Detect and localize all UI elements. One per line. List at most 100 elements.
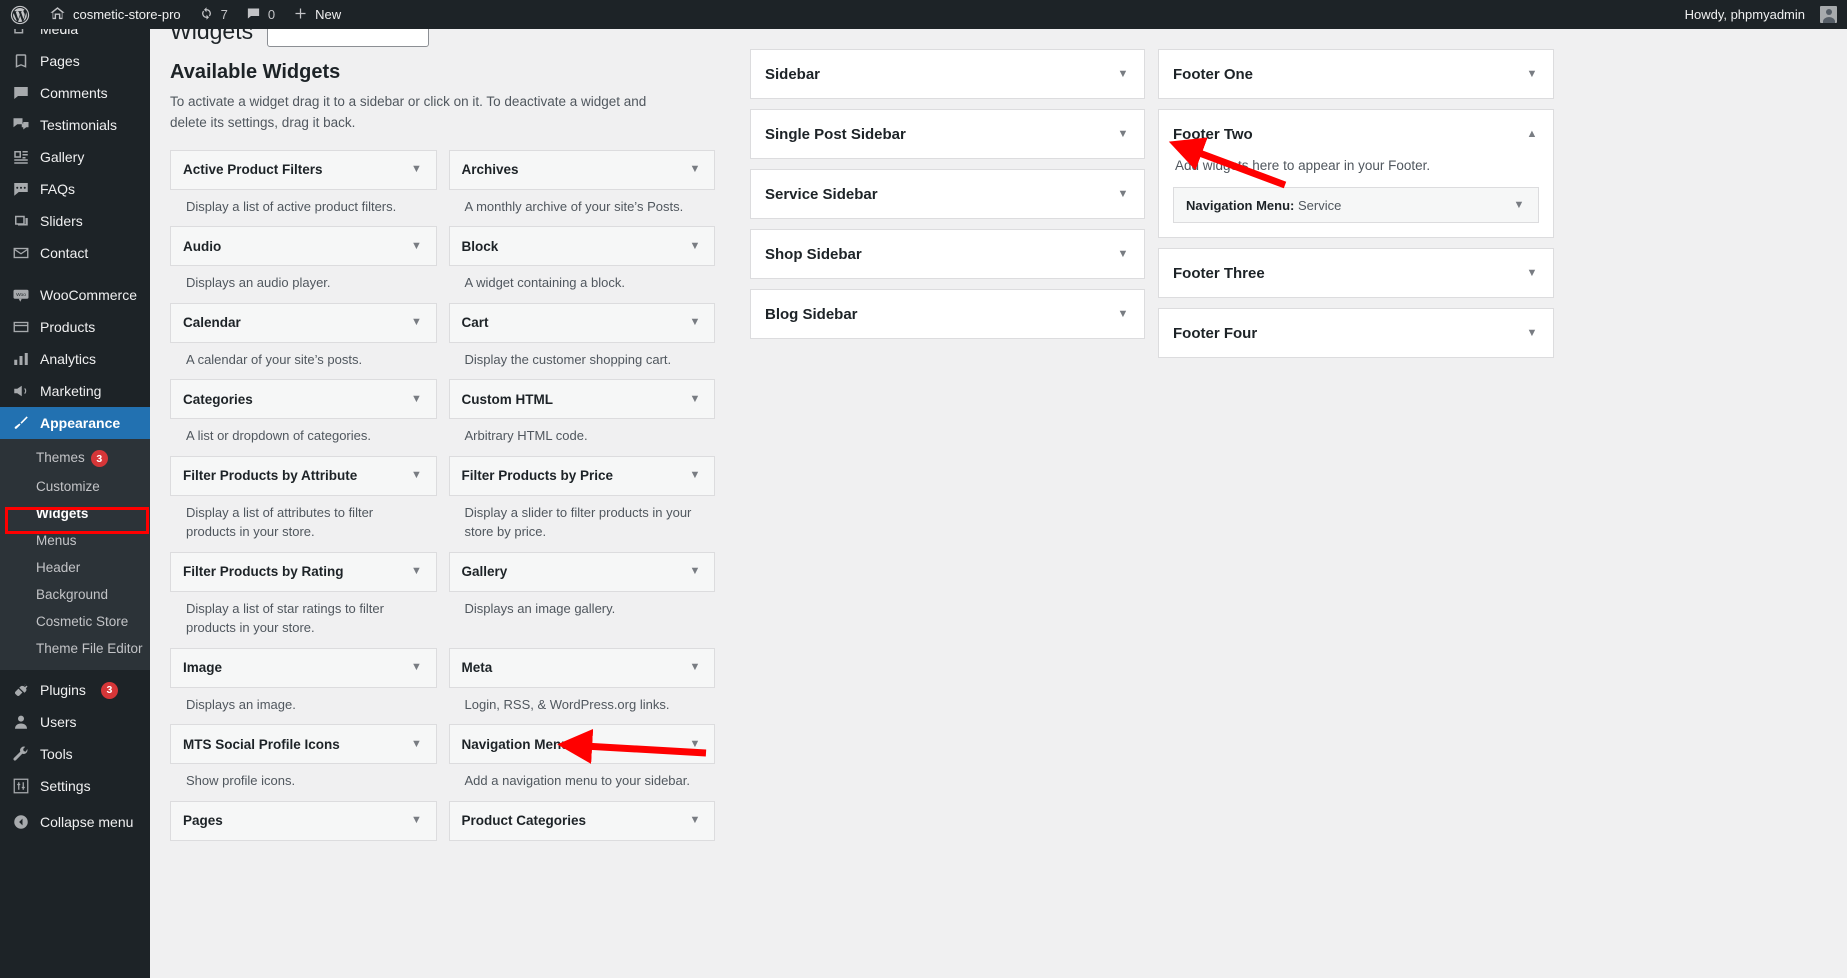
chevron-down-icon[interactable]: ▼ bbox=[688, 317, 702, 328]
my-account-menu[interactable]: Howdy, phpmyadmin bbox=[1676, 0, 1837, 29]
widget-filter-products-by-price[interactable]: Filter Products by Price ▼ bbox=[448, 455, 715, 496]
sidebar-item-woocommerce[interactable]: Woo WooCommerce bbox=[0, 279, 150, 311]
sidebar-item-contact[interactable]: Contact bbox=[0, 237, 150, 269]
sidebar-item-media[interactable]: Media bbox=[0, 29, 150, 45]
sidebars-column: Sidebar ▼ Single Post Sidebar ▼ Service … bbox=[750, 49, 1145, 349]
widget-area-header[interactable]: Footer Three ▼ bbox=[1159, 249, 1553, 297]
chevron-down-icon[interactable]: ▼ bbox=[1525, 68, 1539, 80]
chevron-down-icon[interactable]: ▼ bbox=[688, 662, 702, 673]
chevron-down-icon[interactable]: ▼ bbox=[688, 566, 702, 577]
chevron-down-icon[interactable]: ▼ bbox=[688, 164, 702, 175]
sidebar-item-appearance[interactable]: Appearance bbox=[0, 407, 150, 439]
widget-area-header[interactable]: Single Post Sidebar ▼ bbox=[751, 110, 1144, 158]
chevron-down-icon[interactable]: ▼ bbox=[410, 393, 424, 405]
assigned-widget-navigation-menu[interactable]: Navigation Menu: Service ▼ bbox=[1173, 187, 1539, 223]
chevron-down-icon[interactable]: ▼ bbox=[410, 815, 424, 826]
submenu-item-header[interactable]: Header bbox=[0, 554, 150, 581]
widget-area-header[interactable]: Footer Two ▲ bbox=[1159, 110, 1553, 158]
new-content-menu[interactable]: New bbox=[284, 0, 350, 29]
widget-gallery[interactable]: Gallery ▼ bbox=[448, 551, 715, 592]
widget-area-header[interactable]: Footer Four ▼ bbox=[1159, 309, 1553, 357]
widget-categories[interactable]: Categories ▼ bbox=[170, 379, 437, 420]
chevron-up-icon[interactable]: ▲ bbox=[1525, 128, 1539, 140]
appearance-submenu: Themes 3 Customize Widgets Menus Header B… bbox=[0, 439, 150, 670]
appearance-icon bbox=[11, 413, 31, 433]
widget-product-categories[interactable]: Product Categories ▼ bbox=[448, 800, 715, 841]
widget-area-title: Sidebar bbox=[765, 65, 821, 83]
widget-area-header[interactable]: Footer One ▼ bbox=[1159, 50, 1553, 98]
submenu-item-themes[interactable]: Themes 3 bbox=[0, 444, 150, 473]
sidebar-item-users[interactable]: Users bbox=[0, 706, 150, 738]
submenu-item-menus[interactable]: Menus bbox=[0, 527, 150, 554]
chevron-down-icon[interactable]: ▼ bbox=[1512, 199, 1526, 211]
sidebar-item-collapse-menu[interactable]: Collapse menu bbox=[0, 806, 150, 838]
widget-area-blog-sidebar: Blog Sidebar ▼ bbox=[750, 289, 1145, 339]
widget-pages[interactable]: Pages ▼ bbox=[170, 800, 437, 841]
widget-title: Image bbox=[183, 660, 223, 676]
widget-area-header[interactable]: Blog Sidebar ▼ bbox=[751, 290, 1144, 338]
chevron-down-icon[interactable]: ▼ bbox=[410, 662, 424, 673]
footers-column: Footer One ▼ Footer Two ▲ Add widgets he… bbox=[1158, 49, 1554, 368]
widget-navigation-menu[interactable]: Navigation Menu ▼ bbox=[448, 724, 715, 765]
widget-area-header[interactable]: Sidebar ▼ bbox=[751, 50, 1144, 98]
chevron-down-icon[interactable]: ▼ bbox=[1116, 308, 1130, 320]
chevron-down-icon[interactable]: ▼ bbox=[410, 317, 424, 328]
widget-filter-products-by-rating[interactable]: Filter Products by Rating ▼ bbox=[170, 551, 437, 592]
site-name-menu[interactable]: cosmetic-store-pro bbox=[40, 0, 190, 29]
chevron-down-icon[interactable]: ▼ bbox=[410, 240, 424, 252]
chevron-down-icon[interactable]: ▼ bbox=[410, 566, 424, 577]
sidebar-item-faqs[interactable]: FAQs bbox=[0, 173, 150, 205]
widget-filter-products-by-attribute[interactable]: Filter Products by Attribute ▼ bbox=[170, 455, 437, 496]
sidebar-item-plugins[interactable]: Plugins 3 bbox=[0, 674, 150, 706]
sidebar-item-sliders[interactable]: Sliders bbox=[0, 205, 150, 237]
chevron-down-icon[interactable]: ▼ bbox=[1525, 327, 1539, 339]
widget-description: Add a navigation menu to your sidebar. bbox=[464, 773, 690, 789]
sidebar-item-tools[interactable]: Tools bbox=[0, 738, 150, 770]
widget-custom-html[interactable]: Custom HTML ▼ bbox=[448, 379, 715, 420]
chevron-down-icon[interactable]: ▼ bbox=[1116, 188, 1130, 200]
widget-mts-social-profile-icons[interactable]: MTS Social Profile Icons ▼ bbox=[170, 724, 437, 765]
sidebar-item-comments[interactable]: Comments bbox=[0, 77, 150, 109]
widget-image[interactable]: Image ▼ bbox=[170, 647, 437, 688]
widget-search-input[interactable] bbox=[267, 29, 430, 47]
updates-menu[interactable]: 7 bbox=[190, 0, 237, 29]
widget-active-product-filters[interactable]: Active Product Filters ▼ bbox=[170, 149, 437, 190]
sidebar-item-products[interactable]: Products bbox=[0, 311, 150, 343]
submenu-item-background[interactable]: Background bbox=[0, 581, 150, 608]
submenu-item-theme-file-editor[interactable]: Theme File Editor bbox=[0, 635, 150, 662]
widget-cart[interactable]: Cart ▼ bbox=[448, 302, 715, 343]
chevron-down-icon[interactable]: ▼ bbox=[688, 815, 702, 826]
widget-block[interactable]: Block ▼ bbox=[448, 226, 715, 267]
chevron-down-icon[interactable]: ▼ bbox=[1116, 68, 1130, 80]
sidebar-item-marketing[interactable]: Marketing bbox=[0, 375, 150, 407]
widget-description: Display a slider to filter products in y… bbox=[464, 504, 692, 540]
chevron-down-icon[interactable]: ▼ bbox=[1116, 248, 1130, 260]
submenu-item-customize[interactable]: Customize bbox=[0, 473, 150, 500]
chevron-down-icon[interactable]: ▼ bbox=[688, 470, 702, 481]
widget-calendar[interactable]: Calendar ▼ bbox=[170, 302, 437, 343]
submenu-item-widgets[interactable]: Widgets bbox=[0, 500, 150, 527]
chevron-down-icon[interactable]: ▼ bbox=[410, 738, 424, 750]
widget-audio[interactable]: Audio ▼ bbox=[170, 226, 437, 267]
widget-archives[interactable]: Archives ▼ bbox=[448, 149, 715, 190]
comment-bubble-icon bbox=[246, 6, 261, 24]
sidebar-item-testimonials[interactable]: Testimonials bbox=[0, 109, 150, 141]
widget-area-title: Blog Sidebar bbox=[765, 305, 858, 323]
widget-meta[interactable]: Meta ▼ bbox=[448, 647, 715, 688]
chevron-down-icon[interactable]: ▼ bbox=[1116, 128, 1130, 140]
wordpress-logo-button[interactable] bbox=[0, 0, 40, 29]
widget-area-header[interactable]: Shop Sidebar ▼ bbox=[751, 230, 1144, 278]
sidebar-item-settings[interactable]: Settings bbox=[0, 770, 150, 802]
submenu-item-cosmetic-store[interactable]: Cosmetic Store bbox=[0, 608, 150, 635]
widget-area-header[interactable]: Service Sidebar ▼ bbox=[751, 170, 1144, 218]
chevron-down-icon[interactable]: ▼ bbox=[410, 470, 424, 481]
chevron-down-icon[interactable]: ▼ bbox=[688, 393, 702, 405]
chevron-down-icon[interactable]: ▼ bbox=[1525, 267, 1539, 279]
chevron-down-icon[interactable]: ▼ bbox=[410, 164, 424, 175]
chevron-down-icon[interactable]: ▼ bbox=[688, 738, 702, 750]
sidebar-item-analytics[interactable]: Analytics bbox=[0, 343, 150, 375]
comments-menu[interactable]: 0 bbox=[237, 0, 284, 29]
chevron-down-icon[interactable]: ▼ bbox=[688, 240, 702, 252]
sidebar-item-pages[interactable]: Pages bbox=[0, 45, 150, 77]
sidebar-item-gallery[interactable]: Gallery bbox=[0, 141, 150, 173]
